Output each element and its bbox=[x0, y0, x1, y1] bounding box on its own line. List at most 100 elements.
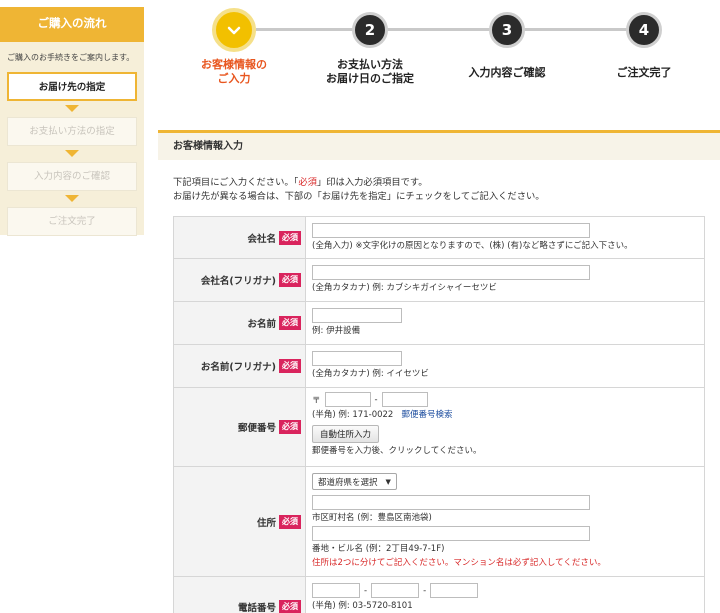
required-badge: 必須 bbox=[279, 316, 301, 330]
company-label: 会社名 必須 bbox=[174, 217, 306, 258]
address-label: 住所 必須 bbox=[174, 467, 306, 576]
street-input[interactable] bbox=[312, 526, 590, 541]
name-kana-label-text: お名前(フリガナ) bbox=[200, 362, 276, 373]
company-kana-note: (全角カタカナ) 例: カブシキガイシャイーセツビ bbox=[312, 283, 497, 293]
row-name: お名前 必須 例: 伊井設備 bbox=[174, 302, 704, 345]
required-badge: 必須 bbox=[279, 514, 301, 529]
zip-fields: 〒 - bbox=[312, 392, 704, 407]
name-kana-input[interactable] bbox=[312, 351, 402, 366]
progress-step-2-line1: お支払い方法 bbox=[337, 58, 403, 71]
row-company-kana: 会社名(フリガナ) 必須 (全角カタカナ) 例: カブシキガイシャイーセツビ bbox=[174, 259, 704, 302]
chevron-down-icon bbox=[227, 26, 241, 34]
required-badge: 必須 bbox=[279, 420, 301, 434]
address-label-text: 住所 bbox=[256, 517, 276, 529]
prefecture-select[interactable]: 都道府県を選択 ▼ bbox=[312, 473, 397, 490]
row-zip: 郵便番号 必須 〒 - (半角) 例: 171-0022 郵便番号検索 自動住所入… bbox=[174, 388, 704, 467]
company-kana-label: 会社名(フリガナ) 必須 bbox=[174, 259, 306, 301]
intro-line-2: お届け先が異なる場合は、下部の「お届け先を指定」にチェックをしてご記入ください。 bbox=[173, 191, 545, 202]
name-cell: 例: 伊井設備 bbox=[306, 302, 704, 344]
phone-first-input[interactable] bbox=[312, 583, 360, 598]
intro-text-b: 」印は入力必須項目です。 bbox=[316, 177, 428, 188]
step-arrow bbox=[65, 195, 79, 202]
step-arrow bbox=[65, 105, 79, 112]
company-kana-cell: (全角カタカナ) 例: カブシキガイシャイーセツビ bbox=[306, 259, 704, 301]
name-input[interactable] bbox=[312, 308, 402, 323]
progress-step-2-circle: 2 bbox=[352, 12, 388, 48]
city-note: 市区町村名 (例：豊島区南池袋) bbox=[312, 513, 432, 523]
progress-step-2-line2: お届け日のご指定 bbox=[326, 72, 414, 85]
progress-step-2-label: お支払い方法 お届け日のご指定 bbox=[310, 58, 430, 86]
name-kana-cell: (全角カタカナ) 例: イイセツビ bbox=[306, 345, 704, 387]
company-note: (全角入力) ※文字化けの原因となりますので、(株) (有)など略さずにご記入下… bbox=[312, 241, 633, 251]
required-badge: 必須 bbox=[279, 359, 301, 373]
row-name-kana: お名前(フリガナ) 必須 (全角カタカナ) 例: イイセツビ bbox=[174, 345, 704, 388]
dropdown-arrow-icon: ▼ bbox=[385, 477, 391, 486]
company-input[interactable] bbox=[312, 223, 590, 238]
sidebar-step-delivery: お届け先の指定 bbox=[7, 72, 137, 101]
zip-search-link[interactable]: 郵便番号検索 bbox=[401, 410, 452, 420]
sidebar-intro: ご購入のお手続きをご案内します。 bbox=[7, 53, 135, 62]
progress-step-4-circle: 4 bbox=[626, 12, 662, 48]
zip-first-input[interactable] bbox=[324, 392, 371, 407]
intro-line-1: 下記項目にご入力ください。「必須」印は入力必須項目です。 bbox=[173, 176, 720, 190]
address-warning: 住所は2つに分けてご記入ください。マンション名は必ず記入してください。 bbox=[312, 558, 606, 568]
sidebar-step-complete: ご注文完了 bbox=[7, 207, 137, 236]
zip-cell: 〒 - (半角) 例: 171-0022 郵便番号検索 自動住所入力 郵便番号を… bbox=[306, 388, 704, 466]
progress-step-1-line2: ご入力 bbox=[217, 72, 251, 85]
phone-cell: - - (半角) 例: 03-5720-8101 bbox=[306, 577, 704, 613]
sidebar-title: ご購入の流れ bbox=[0, 7, 144, 42]
zip-note: (半角) 例: 171-0022 郵便番号検索 bbox=[312, 409, 704, 421]
progress-step-3-label: 入力内容ご確認 bbox=[468, 66, 546, 79]
purchase-flow-sidebar: ご購入の流れ ご購入のお手続きをご案内します。 お届け先の指定 お支払い方法の指… bbox=[0, 7, 144, 236]
zip-prefix: 〒 bbox=[312, 395, 321, 406]
step-arrow bbox=[65, 150, 79, 157]
company-kana-input[interactable] bbox=[312, 265, 590, 280]
zip-example: (半角) 例: 171-0022 bbox=[312, 410, 394, 420]
street-note: 番地・ビル名 (例：2丁目49-7-1F) bbox=[312, 544, 445, 554]
name-kana-label: お名前(フリガナ) 必須 bbox=[174, 345, 306, 387]
phone-note: (半角) 例: 03-5720-8101 bbox=[312, 601, 413, 611]
zip-second-input[interactable] bbox=[381, 392, 428, 407]
name-label: お名前 必須 bbox=[174, 302, 306, 344]
progress-line bbox=[256, 28, 642, 31]
row-address: 住所 必須 都道府県を選択 ▼ 市区町村名 (例：豊島区南池袋) 番地・ビル名 (例… bbox=[174, 467, 704, 577]
progress-step-1-label: お客様情報の ご入力 bbox=[174, 58, 294, 86]
progress-step-4-label: ご注文完了 bbox=[616, 66, 672, 79]
auto-address-note: 郵便番号を入力後、クリックしてください。 bbox=[312, 446, 482, 456]
address-cell: 都道府県を選択 ▼ 市区町村名 (例：豊島区南池袋) 番地・ビル名 (例：2丁目4… bbox=[306, 467, 704, 576]
phone-label-text: 電話番号 bbox=[237, 602, 276, 613]
progress-step-1-circle bbox=[212, 8, 256, 52]
name-note: 例: 伊井設備 bbox=[312, 326, 361, 336]
auto-address-button[interactable]: 自動住所入力 bbox=[312, 425, 380, 443]
name-kana-note: (全角カタカナ) 例: イイセツビ bbox=[312, 369, 429, 379]
sidebar-step-payment: お支払い方法の指定 bbox=[7, 117, 137, 146]
zip-dash: - bbox=[374, 394, 378, 405]
phone-second-input[interactable] bbox=[371, 583, 420, 598]
required-badge: 必須 bbox=[279, 230, 301, 245]
phone-dash-2: - bbox=[423, 585, 427, 596]
progress-step-1-line1: お客様情報の bbox=[201, 58, 267, 71]
required-badge: 必須 bbox=[279, 599, 301, 613]
sidebar-step-confirm: 入力内容のご確認 bbox=[7, 162, 137, 191]
checkout-progress: 2 3 4 お客様情報の ご入力 お支払い方法 お届け日のご指定 入力内容ご確認… bbox=[160, 0, 720, 130]
intro-required-mark: 必須 bbox=[298, 177, 317, 188]
company-kana-label-text: 会社名(フリガナ) bbox=[200, 276, 276, 287]
section-title: お客様情報入力 bbox=[158, 130, 720, 160]
intro-text-a: 下記項目にご入力ください。「 bbox=[173, 177, 299, 188]
form-intro: 下記項目にご入力ください。「必須」印は入力必須項目です。 お届け先が異なる場合は… bbox=[173, 176, 720, 204]
progress-step-3-circle: 3 bbox=[489, 12, 525, 48]
zip-label: 郵便番号 必須 bbox=[174, 388, 306, 466]
name-label-text: お名前 bbox=[247, 319, 276, 330]
row-phone: 電話番号 必須 - - (半角) 例: 03-5720-8101 bbox=[174, 577, 704, 613]
phone-label: 電話番号 必須 bbox=[174, 577, 306, 613]
company-label-text: 会社名 bbox=[247, 233, 276, 245]
company-cell: (全角入力) ※文字化けの原因となりますので、(株) (有)など略さずにご記入下… bbox=[306, 217, 704, 258]
customer-info-form: 会社名 必須 (全角入力) ※文字化けの原因となりますので、(株) (有)など略さ… bbox=[173, 216, 705, 613]
city-input[interactable] bbox=[312, 495, 590, 510]
phone-fields: - - bbox=[312, 583, 704, 598]
prefecture-select-value: 都道府県を選択 bbox=[318, 477, 378, 488]
required-badge: 必須 bbox=[279, 273, 301, 287]
phone-dash-1: - bbox=[364, 585, 368, 596]
row-company: 会社名 必須 (全角入力) ※文字化けの原因となりますので、(株) (有)など略さ… bbox=[174, 217, 704, 259]
phone-third-input[interactable] bbox=[430, 583, 479, 598]
